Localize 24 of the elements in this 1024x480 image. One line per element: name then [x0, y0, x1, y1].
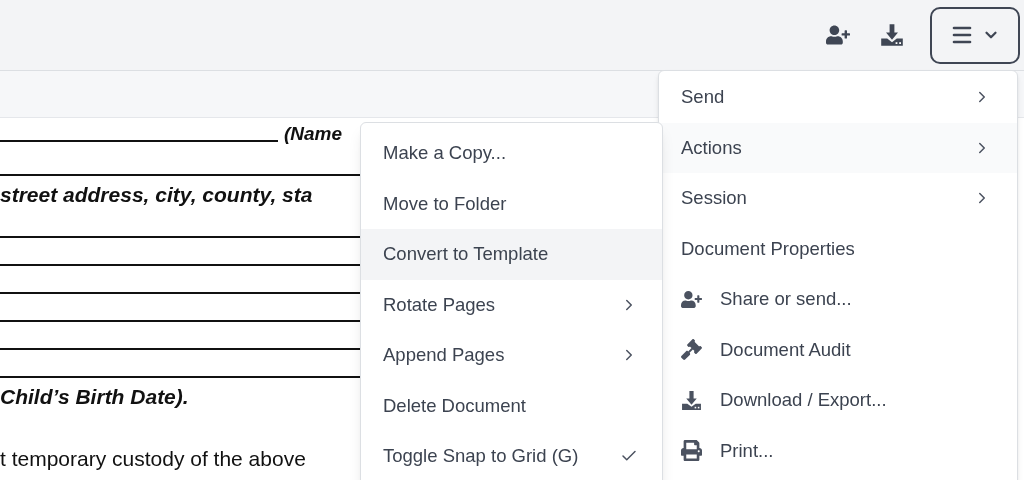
menu-item[interactable]: Make a Copy... [361, 128, 662, 179]
add-user-icon [681, 288, 702, 310]
document-text: (Name [284, 121, 343, 146]
document-text: street address, city, county, sta [0, 181, 313, 208]
menu-item[interactable]: Send [659, 72, 1017, 123]
menu-item[interactable]: Toggle Snap to Grid (G) [361, 431, 662, 480]
download-icon [681, 389, 702, 411]
menu-item[interactable]: Share or send... [659, 274, 1017, 325]
gavel-icon [681, 339, 702, 361]
menu-item[interactable]: Delete Document [361, 380, 662, 431]
menu-item[interactable]: Document Audit [659, 324, 1017, 375]
document-text: Child’s Birth Date). [0, 383, 189, 410]
menu-item[interactable]: Actions [659, 122, 1017, 173]
menu-item[interactable]: Session [659, 173, 1017, 224]
menu-item[interactable]: Append Pages [361, 330, 662, 381]
print-icon [681, 440, 702, 462]
document-text: t temporary custody of the above [0, 445, 306, 472]
menu-item[interactable]: Convert to Template [361, 229, 662, 280]
menu-item[interactable]: Rotate Pages [361, 279, 662, 330]
menu-item[interactable]: Document Properties [659, 223, 1017, 274]
menu-item[interactable]: Print... [659, 425, 1017, 476]
menu-item[interactable]: Download / Export... [659, 375, 1017, 426]
menu-button[interactable] [930, 6, 1020, 64]
menu-item[interactable]: Move to Folder [361, 178, 662, 229]
